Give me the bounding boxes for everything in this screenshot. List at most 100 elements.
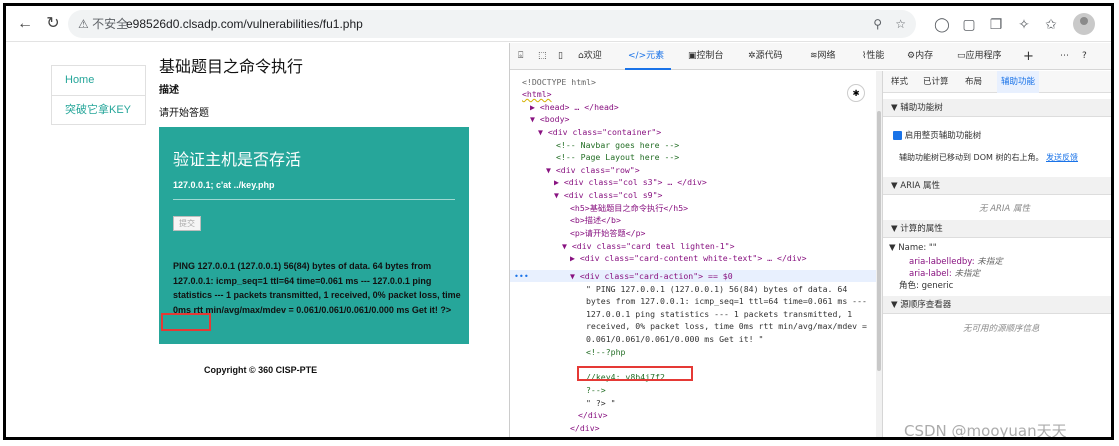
dom-line[interactable]: ▼ <div class="card teal lighten-1">: [562, 241, 735, 251]
dom-line[interactable]: </div>: [578, 410, 608, 420]
tab-network[interactable]: ≋ 网络: [810, 43, 836, 70]
devtools-panel: ⌺ ⬚ ▯ ⌂ 欢迎 </> 元素 ▣ 控制台 ✲ 源代码 ≋ 网络 ⌇ 性能 …: [509, 43, 1111, 437]
url-text: e98526d0.clsadp.com/vulnerabilities/fu1.…: [126, 17, 363, 31]
dom-line[interactable]: <!-- Page Layout here -->: [556, 152, 679, 162]
scroll-thumb[interactable]: [877, 111, 881, 371]
not-secure-indicator[interactable]: ⚠ 不安全: [78, 10, 128, 38]
tab-console[interactable]: ▣ 控制台: [688, 43, 724, 70]
tab-network-label: 网络: [817, 51, 836, 61]
section-aria[interactable]: ▼ ARIA 属性: [883, 177, 1111, 195]
dom-line[interactable]: <h5>基础题目之命令执行</h5>: [570, 203, 688, 213]
sidebar-item-get-key[interactable]: 突破它拿KEY: [52, 95, 145, 124]
tab-application[interactable]: ▭ 应用程序: [957, 43, 1002, 70]
prop-value: 未指定: [977, 257, 1003, 267]
side-tab-computed[interactable]: 已计算: [923, 71, 949, 93]
back-arrow-icon[interactable]: ←: [16, 15, 34, 33]
dom-line[interactable]: ▶ <div class="card-content white-text"> …: [570, 253, 807, 263]
accessibility-sidebar: 样式 已计算 布局 辅助功能 ▼ 辅助功能树 启用整页辅助功能树 辅助功能树已移…: [882, 71, 1111, 437]
side-tab-accessibility[interactable]: 辅助功能: [997, 71, 1040, 93]
name-row[interactable]: ▼ Name: "": [889, 243, 937, 253]
dom-text-line[interactable]: 0.061/0.061/0.061/0.000 ms Get it! ": [586, 334, 763, 344]
side-tab-layout[interactable]: 布局: [965, 71, 982, 93]
zoom-search-icon[interactable]: ⚲: [873, 10, 882, 38]
help-icon[interactable]: ?: [1082, 43, 1087, 70]
inspect-icon[interactable]: ⬚: [538, 43, 547, 70]
enable-full-tree-checkbox[interactable]: 启用整页辅助功能树: [893, 129, 981, 141]
extension-icon[interactable]: ◯: [932, 14, 952, 34]
section-title: 源顺序查看器: [900, 300, 952, 310]
dom-line-selected[interactable]: ▼ <div class="card-action"> == $0: [570, 271, 733, 281]
side-nav: Home 突破它拿KEY: [51, 65, 146, 125]
active-tab-underline: [625, 68, 671, 70]
dom-line[interactable]: ▶ <head> … </head>: [530, 102, 619, 112]
dom-line[interactable]: <p>请开始答题</p>: [570, 228, 645, 238]
prop-key: aria-labelledby:: [909, 257, 975, 267]
devtools-tab-bar: ⌺ ⬚ ▯ ⌂ 欢迎 </> 元素 ▣ 控制台 ✲ 源代码 ≋ 网络 ⌇ 性能 …: [510, 43, 1111, 70]
more-options-icon[interactable]: ⋯: [1060, 43, 1069, 70]
labelledby-row: aria-labelledby: 未指定: [909, 255, 1003, 267]
prop-value: generic: [921, 281, 954, 291]
command-input-value[interactable]: 127.0.0.1; c'at ../key.php: [173, 180, 275, 190]
dom-line[interactable]: ?-->: [586, 385, 606, 395]
tab-sources[interactable]: ✲ 源代码: [748, 43, 783, 70]
dom-line[interactable]: <!DOCTYPE html>: [522, 77, 596, 87]
dom-text-line[interactable]: received, 0% packet loss, time 0ms rtt m…: [586, 321, 867, 331]
tab-performance[interactable]: ⌇ 性能: [862, 43, 884, 70]
dom-text-line[interactable]: 127.0.0.1 ping statistics --- 1 packets …: [586, 309, 852, 319]
tab-memory[interactable]: ⚙ 内存: [907, 43, 933, 70]
device-toggle-icon[interactable]: ⌺: [518, 43, 523, 70]
tab-welcome[interactable]: ⌂ 欢迎: [578, 43, 602, 70]
description-label: 描述: [159, 85, 179, 96]
dom-line[interactable]: ▼ <body>: [530, 114, 569, 124]
dom-line[interactable]: ▼ <div class="container">: [538, 127, 661, 137]
prop-key: 角色:: [899, 281, 919, 291]
extensions-puzzle-icon[interactable]: ✧: [1014, 14, 1034, 34]
dom-line[interactable]: <html>: [522, 89, 552, 99]
favorites-icon[interactable]: ✩: [1041, 14, 1061, 34]
dom-text-line[interactable]: bytes from 127.0.0.1: icmp_seq=1 ttl=64 …: [586, 296, 867, 306]
sidebar-item-home[interactable]: Home: [52, 66, 145, 95]
screenshot-frame: ← ↻ ⚠ 不安全 e98526d0.clsadp.com/vulnerabil…: [3, 3, 1114, 440]
dom-text-line[interactable]: " PING 127.0.0.1 (127.0.0.1) 56(84) byte…: [586, 284, 847, 294]
tab-welcome-label: 欢迎: [583, 51, 602, 61]
dom-line[interactable]: ▼ <div class="col s9">: [554, 190, 662, 200]
address-bar[interactable]: ⚠ 不安全 e98526d0.clsadp.com/vulnerabilitie…: [68, 10, 916, 38]
card-title: 验证主机是否存活: [173, 152, 302, 169]
side-tab-styles[interactable]: 样式: [891, 71, 908, 93]
not-secure-label: 不安全: [92, 17, 129, 31]
inspect-pin-icon[interactable]: ✱: [847, 84, 865, 102]
watermark: CSDN @mooyuan天天: [904, 422, 1067, 440]
dom-line[interactable]: <!-- Navbar goes here -->: [556, 140, 679, 150]
checkbox-checked-icon[interactable]: [893, 131, 902, 140]
collections-icon[interactable]: ❐: [986, 14, 1006, 34]
section-source-order[interactable]: ▼ 源顺序查看器: [883, 296, 1111, 314]
command-card: 验证主机是否存活 127.0.0.1; c'at ../key.php 提交 P…: [159, 127, 469, 344]
reload-icon[interactable]: ↻: [44, 15, 62, 33]
dom-text-line[interactable]: " ?> ": [586, 398, 616, 408]
section-accessibility-tree[interactable]: ▼ 辅助功能树: [883, 99, 1111, 117]
sidebar-toggle-icon[interactable]: ▯: [558, 43, 563, 70]
tree-note: 辅助功能树已移动到 DOM 树的右上角。 发送反馈: [899, 152, 1078, 163]
section-computed[interactable]: ▼ 计算的属性: [883, 220, 1111, 238]
tab-search-icon[interactable]: ▢: [959, 14, 979, 34]
row-more-icon[interactable]: •••: [514, 271, 529, 281]
dom-line[interactable]: <!--?php: [586, 347, 625, 357]
copyright-text: Copyright © 360 CISP-PTE: [204, 365, 318, 375]
bookmark-star-icon[interactable]: ☆: [895, 10, 906, 38]
dom-line[interactable]: <b>描述</b>: [570, 215, 621, 225]
label-row: aria-label: 未指定: [909, 267, 980, 279]
dom-line[interactable]: ▶ <div class="col s3"> … </div>: [554, 177, 707, 187]
feedback-link[interactable]: 发送反馈: [1046, 153, 1078, 162]
section-title: ARIA 属性: [900, 181, 940, 191]
submit-button[interactable]: 提交: [173, 216, 201, 231]
tab-memory-label: 内存: [915, 51, 934, 61]
dom-line[interactable]: ▼ <div class="row">: [546, 165, 640, 175]
start-text: 请开始答题: [159, 108, 209, 119]
tab-elements[interactable]: </> 元素: [628, 43, 664, 70]
dom-line[interactable]: </div>: [570, 423, 600, 433]
dom-line-text: <div class="card-action"> == $0: [579, 271, 733, 281]
profile-avatar[interactable]: [1073, 13, 1095, 35]
section-title: 计算的属性: [900, 224, 943, 234]
dom-line-text: <div class="col s3"> … </div>: [563, 177, 707, 187]
add-tab-icon[interactable]: +: [1023, 43, 1034, 70]
